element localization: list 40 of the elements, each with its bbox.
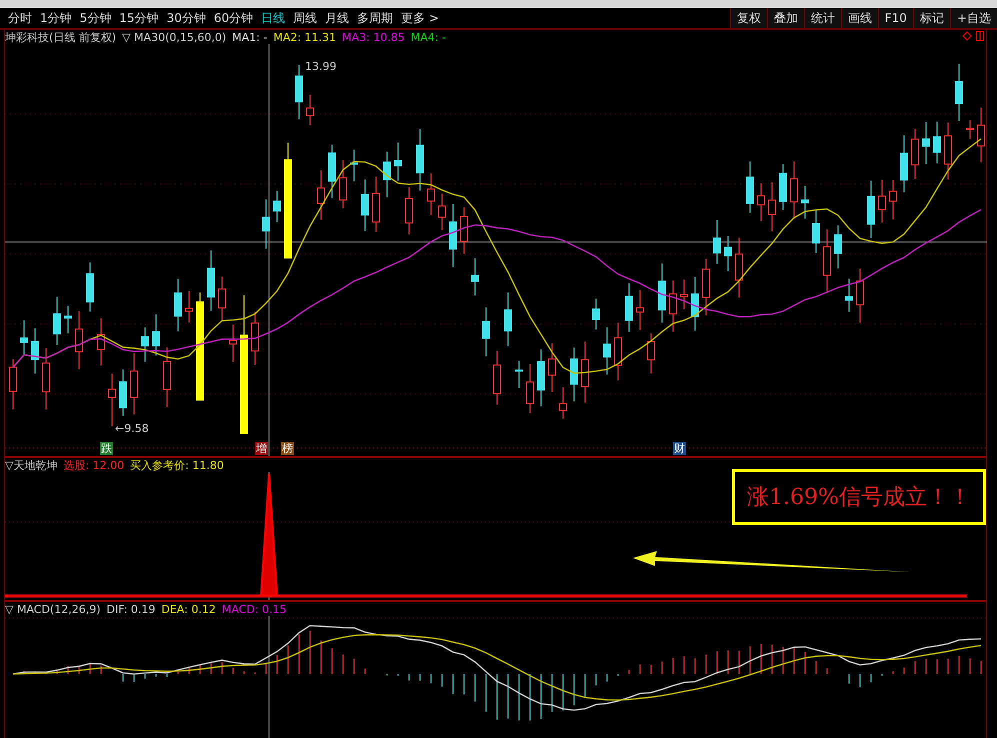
period-tab[interactable]: 月线 (321, 10, 354, 26)
toolbar-button[interactable]: 标记 (912, 8, 950, 28)
marker-badge: 增 (255, 442, 268, 455)
marker-badge: 财 (673, 442, 686, 455)
legend-value: MA1: - (232, 30, 268, 44)
period-tab[interactable]: 15分钟 (115, 10, 163, 26)
period-tab[interactable]: 5分钟 (76, 10, 116, 26)
legend-value: MA3: 10.85 (342, 30, 405, 44)
toolbar-button[interactable]: F10 (878, 8, 913, 28)
chart-title: ▽ MACD(12,26,9) (5, 602, 100, 616)
toolbar-button[interactable]: +自选 (950, 8, 997, 28)
period-tab[interactable]: 多周期 (353, 10, 398, 26)
toolbar-button[interactable]: 叠加 (766, 8, 804, 28)
legend-value: MA4: - (410, 30, 446, 44)
legend-value: DEA: 0.12 (161, 602, 216, 616)
more-button[interactable]: 更多 > (397, 10, 443, 26)
period-tab[interactable]: 30分钟 (162, 10, 210, 26)
period-tab[interactable]: 日线 (257, 10, 290, 26)
price-label: ←9.58 (115, 422, 149, 435)
marker-badge: 榜 (281, 442, 294, 455)
toolbar-button[interactable]: 画线 (840, 8, 878, 28)
period-tab[interactable]: 60分钟 (210, 10, 258, 26)
indicator-label: ▽ MA30(0,15,60,0) (122, 30, 226, 44)
period-tab[interactable]: 1分钟 (36, 10, 76, 26)
period-tab[interactable]: 周线 (289, 10, 322, 26)
diamond-icon[interactable] (962, 31, 972, 41)
toolbar-button[interactable]: 统计 (804, 8, 841, 28)
chart-title: ▽天地乾坤 (5, 458, 58, 472)
marker-badge: 跌 (100, 442, 113, 455)
legend-value: MA2: 11.31 (273, 30, 336, 44)
price-label: 13.99 (305, 60, 336, 73)
legend-value: MACD: 0.15 (222, 602, 287, 616)
legend-value: DIF: 0.19 (106, 602, 156, 616)
toolbar-button[interactable]: 复权 (730, 8, 767, 28)
panel-icon[interactable] (976, 31, 984, 41)
legend-value: 选股: 12.00 (63, 458, 124, 472)
signal-callout: 涨1.69%信号成立！！ (732, 469, 986, 525)
period-tab[interactable]: 分时 (4, 10, 36, 26)
legend-value: 买入参考价: 11.80 (130, 458, 224, 472)
chart-title: 坤彩科技(日线 前复权) (5, 30, 116, 44)
